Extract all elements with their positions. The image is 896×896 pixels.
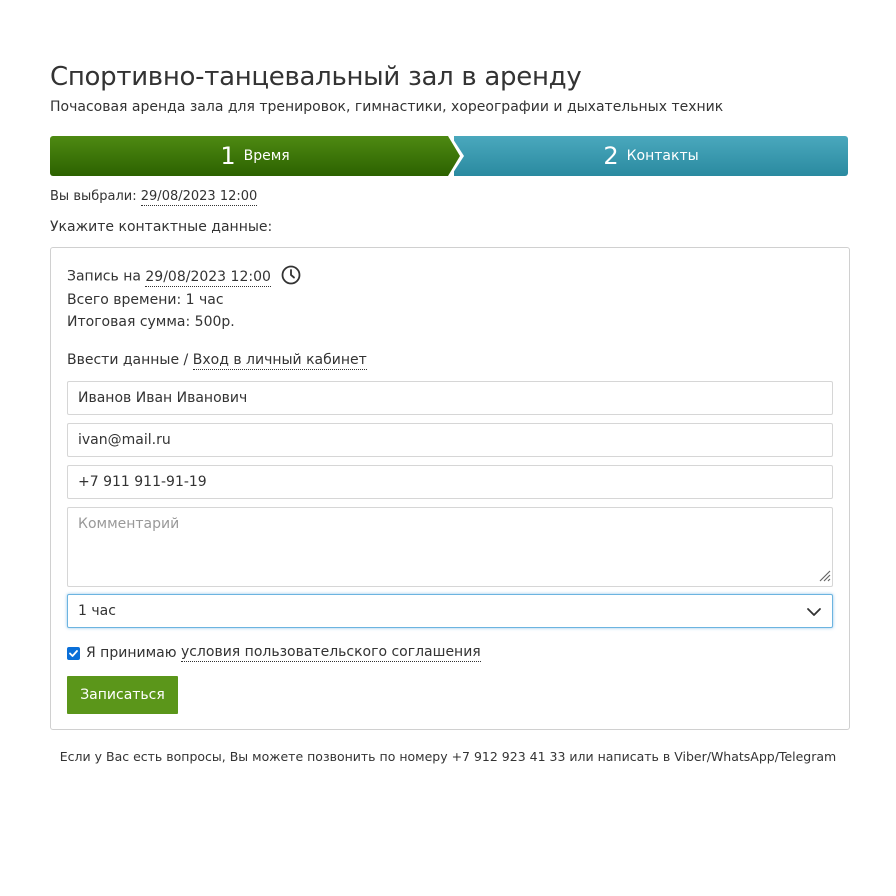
page-subtitle: Почасовая аренда зала для тренировок, ги… [50, 99, 724, 115]
selected-summary: Вы выбрали: 29/08/2023 12:00 [50, 189, 258, 206]
record-datetime-link[interactable]: 29/08/2023 12:00 [145, 268, 271, 287]
agree-prefix: Я принимаю [86, 645, 177, 661]
total-sum: Итоговая сумма: 500р. [67, 314, 235, 330]
phone-input[interactable] [67, 465, 833, 499]
step-number: 2 [603, 142, 619, 170]
enter-data-label: Ввести данные / [67, 352, 189, 368]
login-link[interactable]: Вход в личный кабинет [192, 352, 367, 370]
checkmark-icon [69, 649, 78, 657]
step-label: Контакты [626, 148, 699, 164]
clock-icon[interactable] [281, 265, 301, 285]
submit-button[interactable]: Записаться [67, 676, 178, 714]
agreement-terms-link[interactable]: условия пользовательского соглашения [180, 644, 481, 662]
step-number: 1 [220, 142, 236, 170]
comment-textarea[interactable] [67, 507, 833, 587]
duration-selected-value: 1 час [78, 603, 116, 619]
footer-contact-note: Если у Вас есть вопросы, Вы можете позво… [59, 749, 837, 764]
resize-grip-icon[interactable] [817, 568, 831, 582]
email-input[interactable] [67, 423, 833, 457]
name-input[interactable] [67, 381, 833, 415]
step-label: Время [243, 148, 290, 164]
record-prefix: Запись на [67, 268, 141, 285]
selected-datetime-link[interactable]: 29/08/2023 12:00 [140, 189, 258, 206]
duration-select[interactable]: 1 час [67, 594, 833, 628]
step-time[interactable]: 1 Время [50, 136, 460, 176]
auth-line: Ввести данные / Вход в личный кабинет [67, 352, 367, 370]
contacts-prompt: Укажите контактные данные: [50, 219, 273, 235]
agree-checkbox[interactable] [67, 646, 80, 660]
total-time: Всего времени: 1 час [67, 292, 224, 308]
step-progress: 2 Контакты 1 Время [50, 136, 848, 176]
booking-form-card: Запись на 29/08/2023 12:00 Всего времени… [50, 247, 850, 730]
step-contacts[interactable]: 2 Контакты [454, 136, 848, 176]
page-title: Спортивно-танцевальный зал в аренду [50, 62, 582, 92]
booking-record-line: Запись на 29/08/2023 12:00 [67, 265, 301, 287]
selected-prefix: Вы выбрали: [50, 189, 137, 204]
chevron-down-icon [807, 608, 821, 616]
agreement-row: Я принимаю условия пользовательского сог… [67, 644, 481, 662]
